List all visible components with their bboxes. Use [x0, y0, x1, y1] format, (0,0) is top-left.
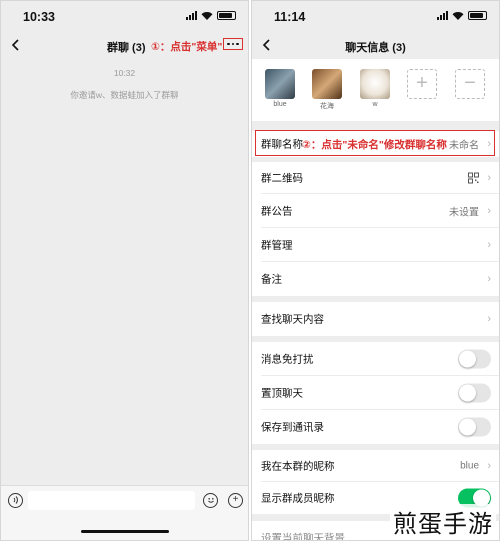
- member-blue[interactable]: blue: [265, 69, 295, 108]
- my-nickname-row[interactable]: 我在本群的昵称 blue ›: [252, 450, 499, 482]
- search-history-row[interactable]: 查找聊天内容 ›: [252, 302, 499, 336]
- status-time: 10:33: [23, 10, 55, 24]
- signal-icon: [437, 11, 448, 20]
- status-icons: [437, 11, 487, 20]
- status-time: 11:14: [274, 10, 306, 24]
- chevron-right-icon: ›: [487, 239, 491, 251]
- chat-title: 群聊 (3): [107, 42, 146, 54]
- plus-icon[interactable]: +: [228, 493, 243, 508]
- dot-icon: [231, 42, 235, 46]
- pin-label: 置顶聊天: [261, 387, 303, 400]
- qr-code-icon: [468, 172, 479, 184]
- chevron-right-icon: ›: [487, 172, 491, 184]
- my-nickname-label: 我在本群的昵称: [261, 460, 335, 473]
- remark-label: 备注: [261, 273, 282, 286]
- remove-member-button[interactable]: −: [455, 69, 485, 99]
- manage-label: 群管理: [261, 239, 293, 252]
- search-history-label: 查找聊天内容: [261, 313, 324, 326]
- info-title: 聊天信息 (3): [345, 42, 406, 54]
- mute-toggle[interactable]: [458, 349, 491, 369]
- mute-label: 消息免打扰: [261, 353, 314, 366]
- member-w[interactable]: w: [360, 69, 390, 108]
- status-bar: 10:33: [1, 1, 248, 31]
- avatar: [360, 69, 390, 99]
- status-icons: [186, 11, 236, 20]
- chevron-right-icon: ›: [487, 273, 491, 285]
- member-list: blue 花海 w + −: [252, 59, 499, 121]
- chat-screen: 10:33 群聊 (3) ①：点击"菜单" 10:32 你邀请w、数据蛙加入了群…: [0, 0, 249, 541]
- back-chevron-icon[interactable]: [9, 37, 23, 53]
- dot-icon: [227, 42, 230, 46]
- avatar: [265, 69, 295, 99]
- battery-icon: [468, 11, 487, 20]
- member-name: 花海: [320, 103, 334, 110]
- voice-icon[interactable]: [8, 493, 23, 508]
- pin-toggle[interactable]: [458, 383, 491, 403]
- wifi-icon: [201, 12, 213, 20]
- annotation-step2: ②：点击"未命名"修改群聊名称: [302, 139, 447, 151]
- group-qr-label: 群二维码: [261, 172, 303, 185]
- watermark: 煎蛋手游: [390, 504, 496, 539]
- minus-icon: −: [464, 72, 476, 94]
- announcement-label: 群公告: [261, 205, 293, 218]
- wifi-icon: [452, 12, 464, 20]
- annotation-step1: ①：点击"菜单": [151, 41, 223, 53]
- save-contacts-label: 保存到通讯录: [261, 421, 324, 434]
- info-navbar: 聊天信息 (3): [252, 31, 499, 59]
- status-bar: 11:14: [252, 1, 499, 31]
- avatar: [312, 69, 342, 99]
- group-qr-row[interactable]: 群二维码 ›: [252, 162, 499, 194]
- system-message: 你邀请w、数据蛙加入了群聊: [70, 90, 179, 100]
- more-menu-button[interactable]: [223, 38, 243, 50]
- announcement-value: 未设置: [449, 207, 479, 219]
- chat-info-screen: 11:14 聊天信息 (3) blue 花海 w + − 群聊名称 未命名 ›: [251, 0, 500, 541]
- chevron-right-icon: ›: [487, 205, 491, 217]
- input-bar: +: [1, 485, 248, 540]
- chevron-right-icon: ›: [487, 313, 491, 325]
- plus-icon: +: [416, 72, 428, 94]
- save-contacts-toggle[interactable]: [458, 417, 491, 437]
- message-time: 10:32: [113, 68, 136, 78]
- my-nickname-value: blue: [460, 460, 479, 472]
- battery-icon: [217, 11, 236, 20]
- save-contacts-row: 保存到通讯录: [252, 410, 499, 444]
- emoji-icon[interactable]: [203, 493, 218, 508]
- home-indicator: [80, 530, 169, 533]
- message-input[interactable]: [28, 491, 195, 510]
- dot-icon: [236, 42, 239, 46]
- show-nicknames-label: 显示群成员昵称: [261, 492, 335, 505]
- manage-row[interactable]: 群管理 ›: [252, 228, 499, 262]
- remark-row[interactable]: 备注 ›: [252, 262, 499, 296]
- mute-row: 消息免打扰: [252, 342, 499, 376]
- signal-icon: [186, 11, 197, 20]
- add-member-button[interactable]: +: [407, 69, 437, 99]
- member-huahai[interactable]: 花海: [312, 69, 342, 111]
- pin-row: 置顶聊天: [252, 376, 499, 410]
- member-name: blue: [273, 101, 287, 108]
- chat-background-label: 设置当前聊天背景: [261, 532, 345, 541]
- member-name: w: [372, 101, 378, 108]
- chevron-right-icon: ›: [487, 460, 491, 472]
- announcement-row[interactable]: 群公告 未设置 ›: [252, 194, 499, 228]
